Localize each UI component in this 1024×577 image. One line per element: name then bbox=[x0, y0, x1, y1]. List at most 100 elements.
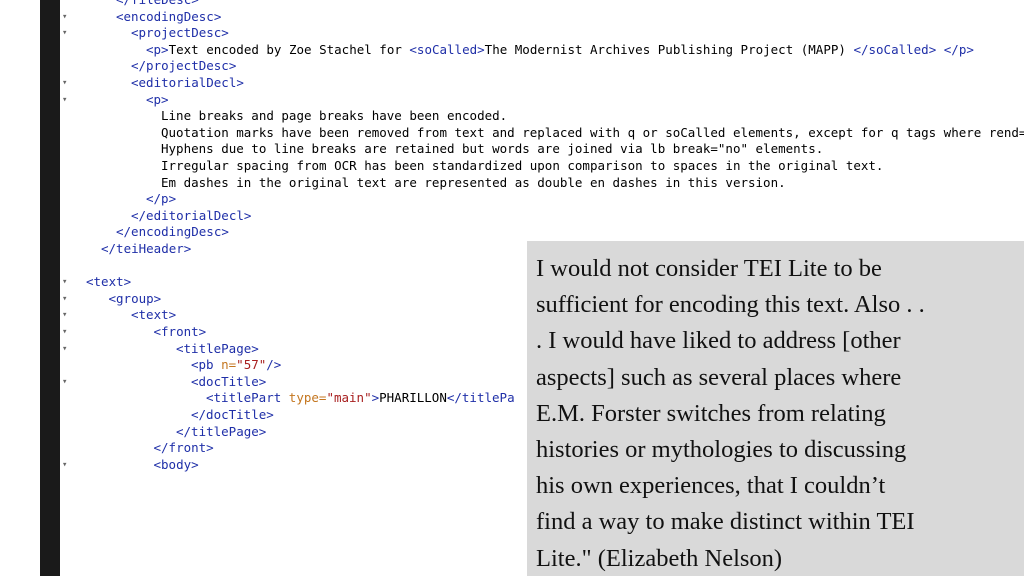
xml-text: The Modernist Archives Publishing Projec… bbox=[484, 41, 854, 57]
xml-attribute-value: "main" bbox=[326, 390, 372, 406]
xml-tag: </teiHeader> bbox=[101, 241, 192, 256]
fold-toggle-icon[interactable]: ▾ bbox=[62, 75, 70, 92]
code-text: Quotation marks have been removed from t… bbox=[161, 125, 1024, 142]
code-line[interactable]: <p>Text encoded by Zoe Stachel for <soCa… bbox=[60, 42, 1024, 59]
xml-text: Text encoded by Zoe Stachel for bbox=[168, 41, 410, 57]
fold-toggle-icon[interactable]: ▾ bbox=[62, 307, 70, 324]
xml-tag: <p> bbox=[146, 91, 169, 107]
xml-text: Irregular spacing from OCR has been stan… bbox=[161, 158, 884, 173]
quote-line: E.M. Forster switches from relating bbox=[536, 399, 886, 427]
code-line[interactable]: </encodingDesc> bbox=[60, 224, 1024, 241]
xml-text: Hyphens due to line breaks are retained … bbox=[161, 141, 824, 157]
fold-toggle-icon[interactable]: ▾ bbox=[62, 341, 70, 358]
code-text: <projectDesc> bbox=[131, 25, 229, 42]
code-text: <front> bbox=[154, 324, 207, 341]
code-text: </front> bbox=[154, 440, 214, 457]
code-line[interactable]: </editorialDecl> bbox=[60, 208, 1024, 225]
code-line[interactable]: ▾ <encodingDesc> bbox=[60, 9, 1024, 26]
code-text: Em dashes in the original text are repre… bbox=[161, 175, 786, 192]
fold-toggle-icon[interactable]: ▾ bbox=[62, 9, 70, 26]
code-text: Irregular spacing from OCR has been stan… bbox=[161, 158, 883, 175]
code-line[interactable]: Hyphens due to line breaks are retained … bbox=[60, 141, 1024, 158]
fold-toggle-icon[interactable]: ▾ bbox=[62, 324, 70, 341]
fold-toggle-icon[interactable]: ▾ bbox=[62, 274, 70, 291]
code-text: </docTitle> bbox=[191, 407, 274, 424]
xml-tag: </titlePage> bbox=[176, 423, 267, 439]
code-text: <titlePart type="main">PHARILLON</titleP… bbox=[206, 390, 515, 407]
xml-tag: > bbox=[371, 390, 380, 406]
code-text: Hyphens due to line breaks are retained … bbox=[161, 141, 823, 158]
code-text: <body> bbox=[154, 457, 199, 474]
code-text: </editorialDecl> bbox=[131, 208, 251, 225]
quote-line: his own experiences, that I couldn’t bbox=[536, 472, 886, 500]
xml-tag: </encodingDesc> bbox=[116, 224, 229, 240]
code-line[interactable]: ▾ <editorialDecl> bbox=[60, 75, 1024, 92]
xml-tag: </p> bbox=[943, 41, 974, 57]
code-text: </encodingDesc> bbox=[116, 224, 229, 241]
fold-toggle-icon[interactable]: ▾ bbox=[62, 25, 70, 42]
quote-callout: I would not consider TEI Lite to be suffi… bbox=[527, 241, 1024, 576]
quote-line: histories or mythologies to discussing bbox=[536, 436, 907, 464]
quote-line: find a way to make distinct within TEI bbox=[536, 508, 915, 536]
xml-tag: <body> bbox=[153, 456, 199, 472]
code-line[interactable]: Line breaks and page breaks have been en… bbox=[60, 108, 1024, 125]
xml-tag: </docTitle> bbox=[191, 407, 274, 422]
code-line[interactable]: ▾ <p> bbox=[60, 92, 1024, 109]
xml-tag: </front> bbox=[153, 440, 214, 456]
quote-line: I would not consider TEI Lite to be bbox=[536, 255, 882, 282]
code-text: <encodingDesc> bbox=[116, 9, 221, 26]
xml-tag: <soCalled> bbox=[409, 41, 485, 57]
code-text: </teiHeader> bbox=[101, 241, 191, 258]
xml-tag: <editorialDecl> bbox=[131, 75, 244, 90]
code-text: <editorialDecl> bbox=[131, 75, 244, 92]
xml-tag: </titlePa bbox=[446, 390, 515, 406]
code-text: <pb n="57"/> bbox=[191, 357, 281, 374]
xml-text: Line breaks and page breaks have been en… bbox=[161, 108, 508, 124]
xml-tag: </fileDesc> bbox=[116, 0, 199, 7]
code-text: Line breaks and page breaks have been en… bbox=[161, 108, 507, 125]
fold-toggle-icon[interactable]: ▾ bbox=[62, 92, 70, 109]
xml-attribute-value: "57" bbox=[236, 357, 267, 373]
xml-tag: <text> bbox=[131, 307, 177, 323]
xml-tag: <group> bbox=[108, 290, 162, 306]
code-text: <titlePage> bbox=[176, 341, 259, 358]
code-line[interactable]: </fileDesc> bbox=[60, 0, 1024, 9]
code-line[interactable]: Em dashes in the original text are repre… bbox=[60, 175, 1024, 192]
xml-attribute: type= bbox=[288, 390, 327, 406]
xml-tag: <docTitle> bbox=[191, 373, 267, 389]
xml-tag: <p> bbox=[146, 41, 169, 57]
xml-text: Quotation marks have been removed from t… bbox=[161, 124, 1024, 140]
code-text: <p>Text encoded by Zoe Stachel for <soCa… bbox=[146, 42, 974, 59]
code-text: </p> bbox=[146, 191, 176, 208]
xml-tag: <titlePart bbox=[206, 390, 289, 406]
editor-blank-area bbox=[60, 490, 530, 576]
code-line[interactable]: Irregular spacing from OCR has been stan… bbox=[60, 158, 1024, 175]
xml-tag: </editorialDecl> bbox=[131, 207, 252, 223]
fold-toggle-icon[interactable]: ▾ bbox=[62, 457, 70, 474]
code-text: <group> bbox=[109, 291, 162, 308]
fold-toggle-icon[interactable]: ▾ bbox=[62, 291, 70, 308]
fold-toggle-icon[interactable]: ▾ bbox=[62, 374, 70, 391]
xml-tag: <titlePage> bbox=[176, 340, 259, 356]
code-text: <text> bbox=[86, 274, 131, 291]
code-text: <p> bbox=[146, 92, 169, 109]
code-line[interactable]: ▾ <projectDesc> bbox=[60, 25, 1024, 42]
xml-text bbox=[936, 42, 944, 57]
code-text: </fileDesc> bbox=[116, 0, 199, 9]
quote-line: aspects] such as several places where bbox=[536, 363, 902, 391]
xml-tag: /> bbox=[266, 357, 282, 373]
xml-tag: <text> bbox=[86, 274, 132, 290]
code-line[interactable]: </projectDesc> bbox=[60, 58, 1024, 75]
code-text: </titlePage> bbox=[176, 424, 266, 441]
quote-line: sufficient for encoding this text. Also … bbox=[536, 291, 925, 319]
quote-line: . I would have liked to address [other bbox=[536, 327, 901, 355]
code-text: <text> bbox=[131, 307, 176, 324]
code-line[interactable]: Quotation marks have been removed from t… bbox=[60, 125, 1024, 142]
xml-attribute: n= bbox=[221, 357, 237, 373]
xml-text: Em dashes in the original text are repre… bbox=[161, 174, 786, 190]
code-line[interactable]: </p> bbox=[60, 191, 1024, 208]
xml-tag: <projectDesc> bbox=[131, 25, 229, 41]
xml-tag: </p> bbox=[146, 191, 177, 207]
slide-margin bbox=[0, 0, 40, 576]
xml-tag: </projectDesc> bbox=[131, 58, 237, 74]
